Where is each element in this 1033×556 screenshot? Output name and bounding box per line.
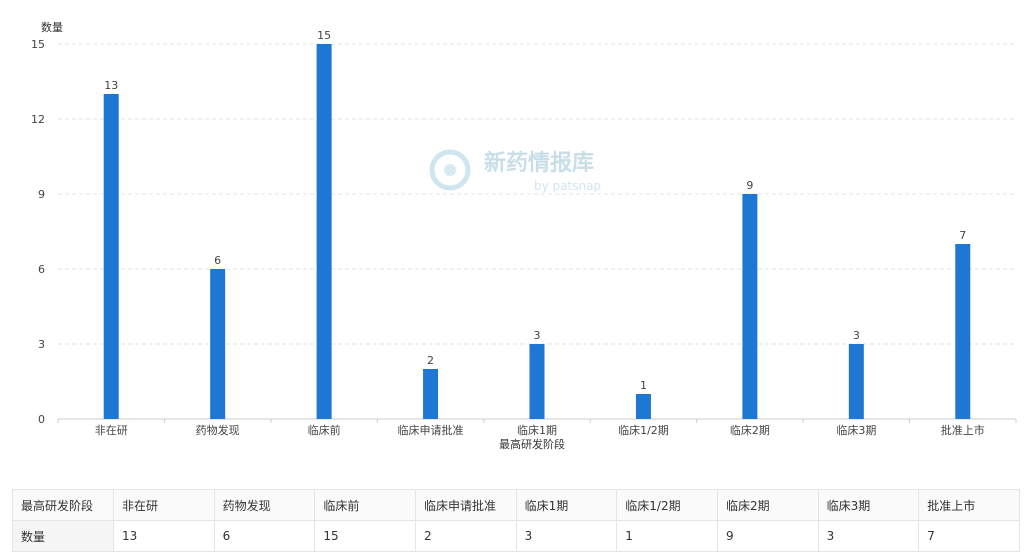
table-cell: 15	[314, 520, 416, 552]
watermark-title: 新药情报库	[484, 150, 594, 176]
table-cell: 7	[918, 520, 1020, 552]
table-header-cell: 临床1期	[515, 489, 618, 521]
table-header-cell: 临床2期	[716, 489, 819, 521]
data-label: 9	[746, 179, 753, 192]
watermark-subtitle: by patsnap	[534, 179, 601, 193]
table-header-cell: 非在研	[113, 489, 215, 521]
data-label: 3	[534, 329, 541, 342]
grid-lines	[58, 43, 1016, 345]
table-header-cell: 批准上市	[918, 489, 1020, 521]
bar	[423, 369, 439, 419]
bar	[742, 194, 758, 419]
table-header-label: 最高研发阶段	[12, 489, 114, 521]
x-axis-title: 最高研发阶段	[499, 437, 565, 451]
x-tick-label: 非在研	[95, 424, 128, 437]
data-label: 2	[427, 354, 434, 367]
table-cell: 3	[817, 520, 920, 552]
bar	[529, 344, 545, 419]
x-tick-label: 临床1期	[517, 423, 557, 437]
x-tick-label: 临床2期	[730, 423, 770, 437]
data-label: 7	[959, 229, 966, 242]
bar	[316, 44, 332, 419]
table-cell: 3	[515, 520, 618, 552]
table-header-cell: 临床申请批准	[414, 489, 517, 521]
table-cell: 13	[113, 520, 215, 552]
x-axis-ticks: 非在研 药物发现 临床前 临床申请批准 临床1期 临床1/2期 临床2期 临床3期 批准上市	[57, 419, 1017, 437]
table-header-row: 最高研发阶段 非在研 药物发现 临床前 临床申请批准 临床1期 临床1/2期 临床2期 临床3…	[12, 489, 1020, 521]
bar-chart: 新药情报库 by patsnap 0 3 6 9 12 15 13 6 15 2 3 1 9 3 7 非在…	[31, 21, 1017, 451]
y-axis-title: 数量	[41, 21, 63, 34]
x-tick-label: 临床前	[308, 423, 341, 437]
y-axis-ticks: 0 3 6 9 12 15	[31, 38, 45, 426]
y-tick-label: 12	[31, 113, 45, 126]
table-header-cell: 临床前	[314, 489, 416, 521]
x-tick-label: 批准上市	[941, 423, 985, 437]
bars: 13 6 15 2 3 1 9 3 7	[103, 29, 971, 419]
table-row-label: 数量	[12, 520, 114, 552]
table-header-cell: 药物发现	[213, 489, 316, 521]
table-header-cell: 临床3期	[817, 489, 920, 521]
bar	[210, 269, 226, 419]
x-tick-label: 药物发现	[196, 423, 240, 437]
y-tick-label: 0	[38, 413, 45, 426]
data-table: 最高研发阶段 非在研 药物发现 临床前 临床申请批准 临床1期 临床1/2期 临床2期 临床3…	[12, 489, 1020, 552]
watermark: 新药情报库 by patsnap	[429, 149, 601, 193]
bar	[103, 94, 119, 419]
bar	[635, 394, 651, 419]
table-cell: 6	[213, 520, 316, 552]
table-row: 数量 13 6 15 2 3 1 9 3 7	[12, 520, 1020, 552]
table-header-cell: 临床1/2期	[616, 489, 718, 521]
table-cell: 1	[616, 520, 718, 552]
table-cell: 2	[414, 520, 517, 552]
x-tick-label: 临床1/2期	[618, 423, 669, 437]
y-tick-label: 15	[31, 38, 45, 51]
data-label: 13	[104, 79, 118, 92]
data-label: 6	[214, 254, 221, 267]
data-label: 1	[640, 379, 647, 392]
watermark-logo-icon	[429, 149, 471, 191]
table-cell: 9	[716, 520, 819, 552]
x-tick-label: 临床3期	[836, 423, 876, 437]
data-label: 3	[853, 329, 860, 342]
bar	[955, 244, 971, 419]
data-label: 15	[317, 29, 331, 42]
x-tick-label: 临床申请批准	[398, 423, 464, 437]
y-tick-label: 3	[38, 338, 45, 351]
y-tick-label: 6	[38, 263, 45, 276]
bar	[848, 344, 864, 419]
y-tick-label: 9	[38, 188, 45, 201]
